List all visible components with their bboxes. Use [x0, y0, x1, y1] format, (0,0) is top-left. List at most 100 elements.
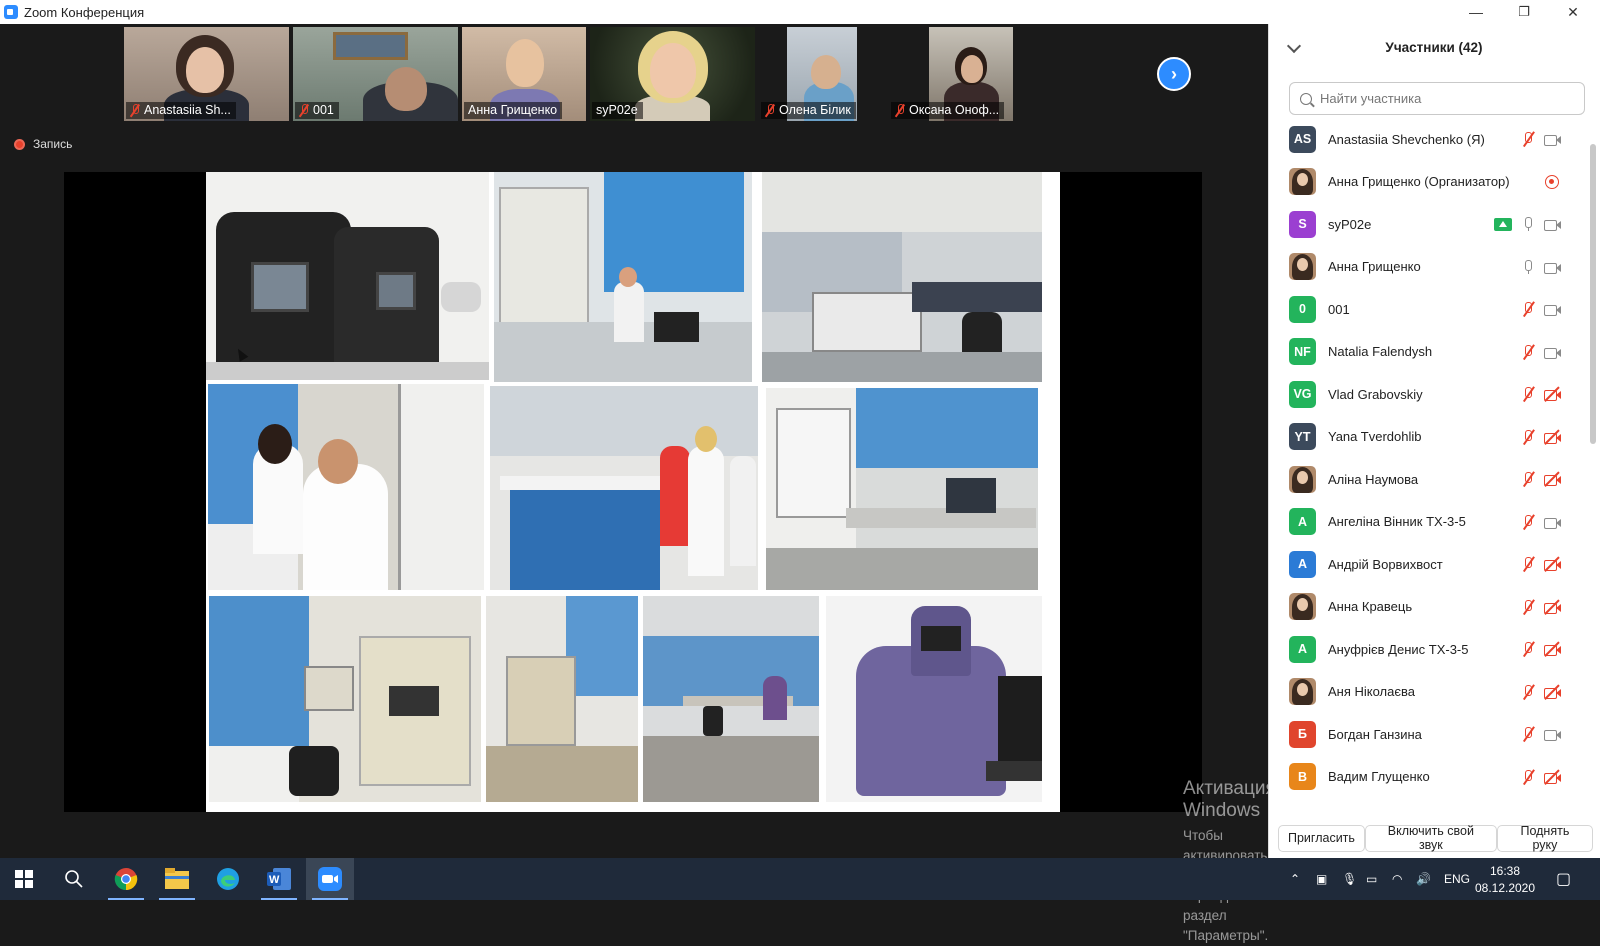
mic-muted-icon[interactable]	[1519, 513, 1537, 531]
avatar: NF	[1289, 338, 1316, 366]
lab-team-photo	[490, 386, 758, 590]
volume-icon[interactable]: 🔊	[1416, 858, 1431, 900]
chrome-icon[interactable]	[102, 858, 150, 900]
window-title: Zoom Конференция	[24, 4, 145, 20]
record-icon	[1545, 174, 1559, 189]
windows-start-icon[interactable]	[0, 858, 48, 900]
raise-hand-button[interactable]: Поднять руку	[1496, 824, 1593, 852]
mic-muted-icon[interactable]	[1519, 130, 1537, 148]
video-off-icon[interactable]	[1543, 428, 1561, 446]
device-icon[interactable]: ▣	[1316, 858, 1327, 900]
file-explorer-icon[interactable]	[153, 858, 201, 900]
participant-name: Анна Кравець	[1328, 599, 1413, 615]
pcr-machines-photo	[206, 172, 489, 380]
edge-icon[interactable]	[204, 858, 252, 900]
chevron-right-icon[interactable]: ›	[1157, 57, 1191, 91]
mic-muted-icon[interactable]	[1519, 768, 1537, 786]
participant-row[interactable]: 0 001	[1269, 288, 1587, 331]
participant-row[interactable]: A Ангеліна Вінник ТХ-3-5	[1269, 501, 1587, 544]
participant-row[interactable]: YT Yana Tverdohlib	[1269, 416, 1587, 459]
participant-row[interactable]: A Андрій Ворвихвост	[1269, 543, 1587, 586]
participant-row[interactable]: NF Natalia Falendysh	[1269, 331, 1587, 374]
video-thumbnail[interactable]: Оксана Оноф...	[889, 27, 1054, 121]
participant-search-input[interactable]	[1320, 91, 1560, 106]
video-icon[interactable]	[1543, 343, 1561, 361]
thumbnail-nameplate: Олена Білик	[761, 102, 856, 119]
recording-indicator[interactable]: Запись	[14, 137, 72, 151]
recording-label: Запись	[33, 137, 73, 151]
word-icon[interactable]: W	[255, 858, 303, 900]
invite-button[interactable]: Пригласить	[1278, 824, 1365, 852]
mic-muted-icon[interactable]	[1519, 343, 1537, 361]
video-off-icon[interactable]	[1543, 640, 1561, 658]
show-hidden-icons-icon[interactable]: ⌃	[1290, 858, 1300, 900]
thumbnail-nameplate: Anastasiia Sh...	[126, 102, 236, 119]
participant-row[interactable]: A Ануфрієв Денис ТХ-3-5	[1269, 628, 1587, 671]
mic-icon[interactable]	[1519, 258, 1537, 276]
mic-muted-icon[interactable]	[1519, 428, 1537, 446]
mic-muted-icon	[130, 103, 140, 117]
mic-muted-icon[interactable]	[1519, 683, 1537, 701]
video-thumbnail[interactable]: Anastasiia Sh...	[124, 27, 289, 121]
participant-name: syP02e	[1328, 216, 1372, 232]
mic-muted-icon[interactable]	[1519, 555, 1537, 573]
participant-row[interactable]: AS Anastasiia Shevchenko (Я)	[1269, 118, 1587, 161]
clock-time: 16:38	[1489, 864, 1521, 878]
mic-muted-icon[interactable]	[1519, 640, 1537, 658]
video-thumbnail[interactable]: 001	[293, 27, 458, 121]
mic-muted-icon	[895, 103, 905, 117]
microphone-tray-icon[interactable]: 🎙	[1342, 858, 1357, 900]
participant-row[interactable]: Анна Грищенко	[1269, 246, 1587, 289]
mic-muted-icon[interactable]	[1519, 385, 1537, 403]
avatar: A	[1289, 635, 1316, 663]
mic-muted-icon[interactable]	[1519, 725, 1537, 743]
participant-list-scrollbar[interactable]	[1590, 144, 1596, 444]
video-icon[interactable]	[1543, 215, 1561, 233]
video-thumbnail[interactable]: Анна Грищенко	[462, 27, 586, 121]
participant-search[interactable]	[1289, 82, 1585, 115]
notifications-icon[interactable]: ▢	[1556, 858, 1571, 900]
sequencer-photo	[209, 596, 481, 802]
thumbnail-nameplate: Оксана Оноф...	[891, 102, 1005, 119]
language-indicator[interactable]: ENG	[1444, 858, 1470, 900]
mic-muted-icon[interactable]	[1519, 598, 1537, 616]
video-off-icon[interactable]	[1543, 385, 1561, 403]
close-button[interactable]: ✕	[1549, 0, 1597, 24]
participant-row[interactable]: SsyP02e	[1269, 203, 1587, 246]
participant-name: Аня Ніколаєва	[1328, 684, 1415, 700]
search-icon[interactable]	[50, 858, 98, 900]
video-off-icon[interactable]	[1543, 598, 1561, 616]
video-thumbnail[interactable]: Олена Білик	[759, 27, 885, 121]
mic-muted-icon[interactable]	[1519, 300, 1537, 318]
participant-row[interactable]: Анна Кравець	[1269, 586, 1587, 629]
participant-row[interactable]: VG Vlad Grabovskiy	[1269, 373, 1587, 416]
participant-row[interactable]: Б Богдан Ганзина	[1269, 713, 1587, 756]
video-icon[interactable]	[1543, 258, 1561, 276]
video-icon[interactable]	[1543, 130, 1561, 148]
video-icon[interactable]	[1543, 725, 1561, 743]
video-icon[interactable]	[1543, 300, 1561, 318]
thumbnail-nameplate: syP02e	[592, 102, 643, 119]
unmute-button[interactable]: Включить свой звук	[1364, 824, 1497, 852]
video-off-icon[interactable]	[1543, 470, 1561, 488]
minimize-button[interactable]: —	[1452, 0, 1500, 24]
zoom-icon[interactable]	[306, 858, 354, 900]
participant-list: AS Anastasiia Shevchenko (Я) Анна Грищенко…	[1269, 118, 1587, 802]
battery-icon[interactable]: ▭	[1366, 858, 1377, 900]
participant-row[interactable]: Аліна Наумова	[1269, 458, 1587, 501]
participant-row[interactable]: B Вадим Глущенко	[1269, 756, 1587, 799]
restore-button[interactable]: ❐	[1500, 0, 1548, 24]
video-icon[interactable]	[1543, 513, 1561, 531]
video-thumbnail-active-speaker[interactable]: syP02e	[590, 27, 755, 121]
wifi-icon[interactable]: ◠	[1392, 858, 1402, 900]
mic-muted-icon[interactable]	[1519, 470, 1537, 488]
video-off-icon[interactable]	[1543, 683, 1561, 701]
participant-row[interactable]: Аня Ніколаєва	[1269, 671, 1587, 714]
participant-row[interactable]: Анна Грищенко (Организатор)	[1269, 161, 1587, 204]
avatar: 0	[1289, 295, 1316, 323]
video-off-icon[interactable]	[1543, 555, 1561, 573]
participants-panel: Участники (42) ASAnastasiia Shevchenko (…	[1268, 24, 1600, 858]
video-off-icon[interactable]	[1543, 768, 1561, 786]
mic-icon[interactable]	[1519, 215, 1537, 233]
taskbar-clock[interactable]: 16:38 08.12.2020	[1470, 863, 1540, 897]
